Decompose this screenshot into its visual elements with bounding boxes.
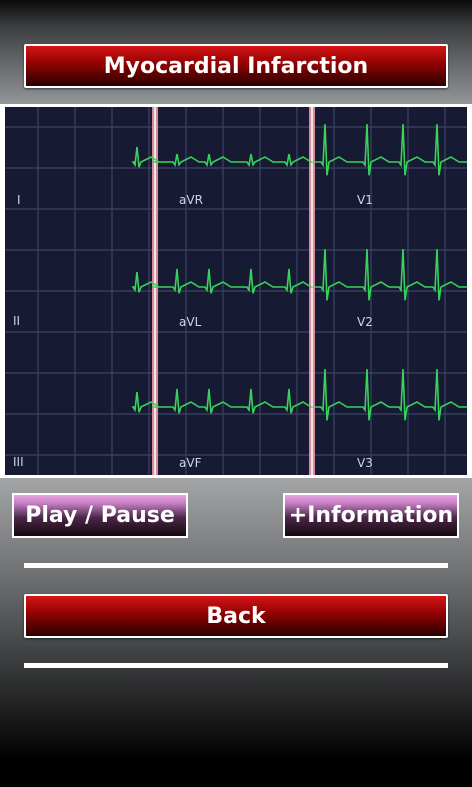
ecg-trace-augmented-lead — [160, 268, 314, 294]
ecg-trace-augmented-lead — [160, 153, 314, 168]
ecg-image-frame: I aVR V1 II aVL V2 III aVF V3 — [0, 104, 472, 478]
information-button[interactable]: +Information — [283, 493, 459, 538]
ecg-display: I aVR V1 II aVL V2 III aVF V3 — [5, 107, 467, 475]
ecg-trace-chest-lead — [315, 368, 467, 421]
lead-label-avr: aVR — [179, 193, 203, 207]
ecg-trace-canvas — [5, 107, 467, 475]
lead-label-v3: V3 — [357, 456, 373, 470]
ecg-trace-augmented-lead — [160, 388, 314, 414]
divider-bottom — [24, 663, 448, 668]
lead-label-v1: V1 — [357, 193, 373, 207]
play-pause-button[interactable]: Play / Pause — [12, 493, 188, 538]
back-button[interactable]: Back — [24, 594, 448, 638]
lead-label-avl: aVL — [179, 315, 202, 329]
lead-label-iii: III — [13, 455, 24, 469]
title-banner: Myocardial Infarction — [24, 44, 448, 88]
information-label: +Information — [288, 503, 454, 528]
ecg-trace-chest-lead — [315, 248, 467, 301]
lead-label-v2: V2 — [357, 315, 373, 329]
divider-top — [24, 563, 448, 568]
back-label: Back — [206, 603, 266, 629]
lead-label-avf: aVF — [179, 456, 202, 470]
lead-label-ii: II — [13, 314, 21, 328]
lead-label-i: I — [17, 193, 21, 207]
play-pause-label: Play / Pause — [25, 503, 175, 528]
page-title: Myocardial Infarction — [103, 53, 369, 79]
